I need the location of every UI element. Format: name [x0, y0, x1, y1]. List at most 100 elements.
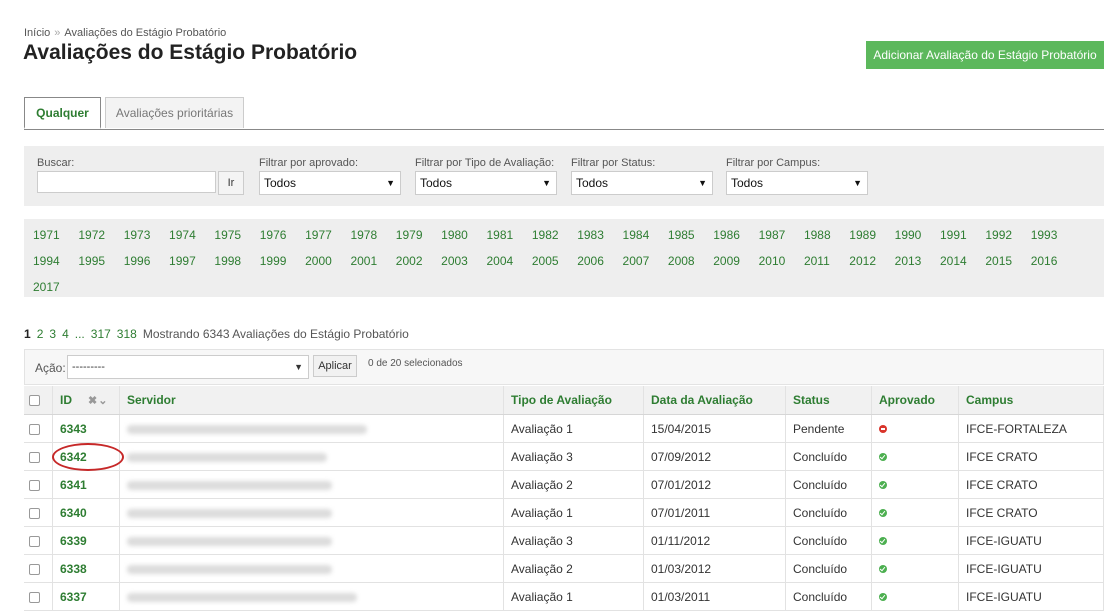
year-link[interactable]: 1983	[577, 228, 604, 242]
year-link[interactable]: 2011	[804, 254, 830, 268]
row-id-link[interactable]: 6339	[60, 534, 87, 548]
filter-campus-select[interactable]: Todos ▼	[726, 171, 868, 195]
year-link[interactable]: 1977	[305, 228, 332, 242]
year-link[interactable]: 2000	[305, 254, 332, 268]
year-link[interactable]: 1988	[804, 228, 831, 242]
add-evaluation-button[interactable]: Adicionar Avaliação do Estágio Probatóri…	[866, 41, 1104, 69]
row-id-link[interactable]: 6343	[60, 422, 87, 436]
year-link[interactable]: 2014	[940, 254, 967, 268]
column-header-tipo[interactable]: Tipo de Avaliação	[503, 386, 644, 415]
pagination-page-link[interactable]: 318	[117, 327, 137, 341]
year-link[interactable]: 1990	[895, 228, 922, 242]
column-header-campus[interactable]: Campus	[958, 386, 1104, 415]
year-link[interactable]: 2009	[713, 254, 740, 268]
year-link[interactable]: 1993	[1031, 228, 1058, 242]
year-link[interactable]: 2003	[441, 254, 468, 268]
row-checkbox[interactable]	[29, 423, 40, 435]
column-header-servidor[interactable]: Servidor	[119, 386, 504, 415]
select-all-cell	[24, 386, 53, 415]
year-link[interactable]: 2002	[396, 254, 423, 268]
year-link[interactable]: 2016	[1031, 254, 1058, 268]
year-link[interactable]: 1979	[396, 228, 423, 242]
year-link[interactable]: 2013	[895, 254, 922, 268]
pagination-page-link[interactable]: 317	[91, 327, 111, 341]
year-link[interactable]: 1973	[124, 228, 151, 242]
row-checkbox[interactable]	[29, 563, 40, 575]
year-link[interactable]: 1974	[169, 228, 196, 242]
row-checkbox[interactable]	[29, 535, 40, 547]
year-link[interactable]: 1998	[214, 254, 241, 268]
year-link[interactable]: 1997	[169, 254, 196, 268]
sort-remove-icon[interactable]: ✖⌄	[88, 395, 108, 407]
pagination-page-link[interactable]: 4	[62, 327, 69, 341]
year-link[interactable]: 2015	[985, 254, 1012, 268]
column-header-data[interactable]: Data da Avaliação	[643, 386, 786, 415]
search-input[interactable]	[37, 171, 216, 193]
row-id-link[interactable]: 6342	[60, 450, 87, 464]
column-header-aprovado[interactable]: Aprovado	[871, 386, 959, 415]
year-link[interactable]: 2017	[33, 280, 60, 294]
column-header-id[interactable]: ID ✖⌄	[52, 386, 120, 415]
row-servidor-cell	[119, 526, 504, 555]
filter-type-select[interactable]: Todos ▼	[415, 171, 557, 195]
check-circle-icon	[879, 453, 887, 462]
row-status-cell: Concluído	[785, 498, 872, 527]
year-link[interactable]: 1980	[441, 228, 468, 242]
selected-count: 0 de 20 selecionados	[368, 358, 463, 369]
year-link[interactable]: 1984	[623, 228, 650, 242]
pagination-page-link[interactable]: 2	[37, 327, 44, 341]
row-checkbox[interactable]	[29, 591, 40, 603]
action-select[interactable]: --------- ▼	[67, 355, 309, 379]
year-link[interactable]: 1982	[532, 228, 559, 242]
year-link[interactable]: 2008	[668, 254, 695, 268]
action-select-value: ---------	[72, 361, 105, 373]
select-all-checkbox[interactable]	[29, 395, 40, 407]
tab-avaliacoes-prioritarias[interactable]: Avaliações prioritárias	[105, 97, 244, 128]
row-id-link[interactable]: 6341	[60, 478, 87, 492]
pagination-page-link[interactable]: 3	[49, 327, 56, 341]
year-link[interactable]: 1996	[124, 254, 151, 268]
row-checkbox[interactable]	[29, 479, 40, 491]
year-link[interactable]: 2005	[532, 254, 559, 268]
year-link[interactable]: 1986	[713, 228, 740, 242]
year-link[interactable]: 1999	[260, 254, 287, 268]
row-id-link[interactable]: 6337	[60, 590, 87, 604]
apply-action-button[interactable]: Aplicar	[313, 355, 357, 377]
tab-qualquer[interactable]: Qualquer	[24, 97, 101, 129]
redacted-servidor-name	[127, 564, 332, 574]
year-link[interactable]: 1978	[350, 228, 377, 242]
filter-approved-value: Todos	[264, 176, 297, 190]
year-link[interactable]: 1981	[487, 228, 514, 242]
row-checkbox[interactable]	[29, 507, 40, 519]
row-status-cell: Concluído	[785, 470, 872, 499]
year-link[interactable]: 2007	[623, 254, 650, 268]
year-link[interactable]: 2001	[350, 254, 377, 268]
year-link[interactable]: 1976	[260, 228, 287, 242]
row-campus-cell: IFCE-IGUATU	[958, 554, 1104, 583]
breadcrumb-home-link[interactable]: Início	[24, 27, 50, 39]
year-link[interactable]: 1985	[668, 228, 695, 242]
year-link[interactable]: 2012	[849, 254, 876, 268]
year-link[interactable]: 1975	[214, 228, 241, 242]
year-link[interactable]: 1971	[33, 228, 60, 242]
year-link[interactable]: 1991	[940, 228, 967, 242]
filter-approved-select[interactable]: Todos ▼	[259, 171, 401, 195]
year-link[interactable]: 1995	[78, 254, 105, 268]
year-link[interactable]: 1994	[33, 254, 60, 268]
year-link[interactable]: 2006	[577, 254, 604, 268]
search-go-button[interactable]: Ir	[218, 171, 244, 195]
year-link[interactable]: 1992	[985, 228, 1012, 242]
year-link[interactable]: 2004	[487, 254, 514, 268]
row-id-link[interactable]: 6338	[60, 562, 87, 576]
year-link[interactable]: 1972	[78, 228, 105, 242]
column-header-status[interactable]: Status	[785, 386, 872, 415]
year-link[interactable]: 1989	[849, 228, 876, 242]
filter-status-select[interactable]: Todos ▼	[571, 171, 713, 195]
row-tipo-cell: Avaliação 3	[503, 526, 644, 555]
row-checkbox[interactable]	[29, 451, 40, 463]
year-link[interactable]: 2010	[759, 254, 786, 268]
year-link[interactable]: 1987	[759, 228, 786, 242]
row-id-link[interactable]: 6340	[60, 506, 87, 520]
check-circle-icon	[879, 509, 887, 518]
breadcrumb: Início » Avaliações do Estágio Probatório	[24, 27, 226, 39]
